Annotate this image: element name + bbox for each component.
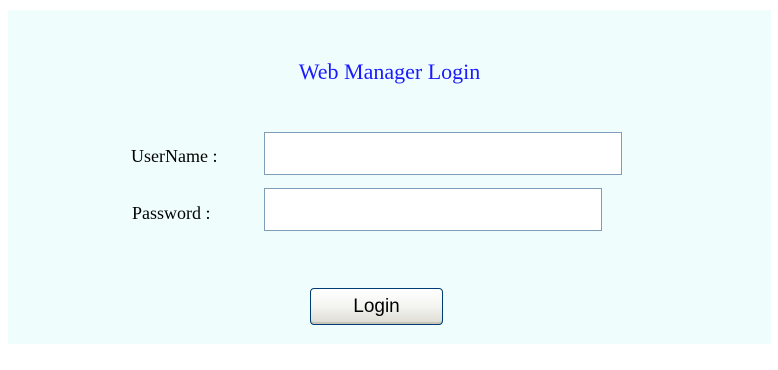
password-label: Password : (132, 203, 211, 223)
username-input[interactable] (264, 132, 622, 175)
login-button[interactable]: Login (310, 288, 443, 325)
username-label: UserName : (131, 146, 218, 166)
password-input[interactable] (264, 188, 602, 231)
page-title: Web Manager Login (298, 59, 481, 84)
login-panel: Web Manager Login UserName : Password : … (8, 10, 771, 344)
